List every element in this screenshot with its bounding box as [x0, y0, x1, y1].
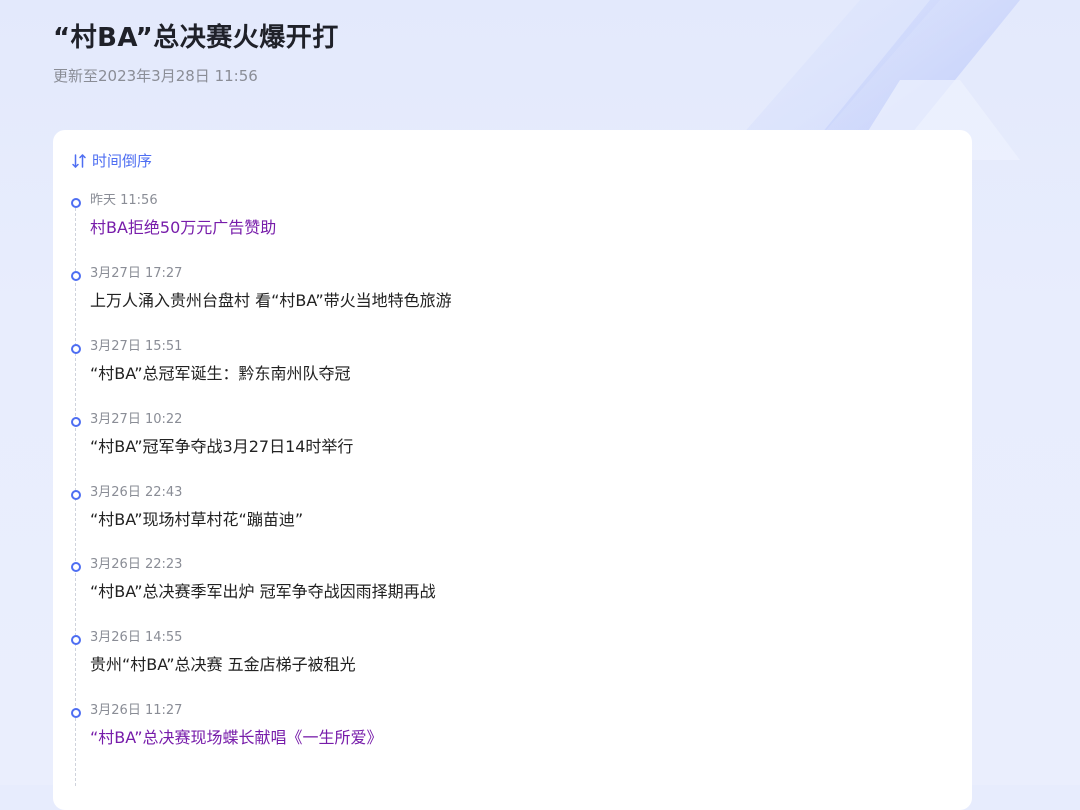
- timeline-dot: [71, 635, 81, 645]
- timeline-item-headline-link[interactable]: “村BA”总决赛季军出炉 冠军争夺战因雨择期再战: [90, 580, 436, 604]
- timeline-dot: [71, 198, 81, 208]
- timeline-item-time: 3月26日 14:55: [90, 630, 183, 645]
- timeline-item-headline-link[interactable]: “村BA”现场村草村花“蹦苗迪”: [90, 508, 303, 532]
- timeline-dot: [71, 708, 81, 718]
- timeline-item-headline-link[interactable]: 贵州“村BA”总决赛 五金店梯子被租光: [90, 653, 356, 677]
- timeline-item-headline-link[interactable]: “村BA”总冠军诞生：黔东南州队夺冠: [90, 362, 351, 386]
- page-title: “村BA”总决赛火爆开打: [53, 23, 339, 53]
- timeline-item: 昨天 11:56 村BA拒绝50万元广告赞助: [53, 192, 953, 252]
- timeline-item: 3月27日 15:51 “村BA”总冠军诞生：黔东南州队夺冠: [53, 338, 953, 398]
- timeline-card: 时间倒序 昨天 11:56 村BA拒绝50万元广告赞助 3月27日 17:27 …: [53, 130, 972, 810]
- timeline-item-time: 3月27日 10:22: [90, 412, 183, 427]
- timeline-item: 3月26日 14:55 贵州“村BA”总决赛 五金店梯子被租光: [53, 629, 953, 689]
- timeline-item-time: 3月26日 22:23: [90, 557, 183, 572]
- timeline-item-headline-link[interactable]: “村BA”冠军争夺战3月27日14时举行: [90, 435, 353, 459]
- timeline-item-time: 3月27日 15:51: [90, 339, 183, 354]
- timeline-item-time: 3月26日 11:27: [90, 703, 183, 718]
- timeline-item: 3月27日 17:27 上万人涌入贵州台盘村 看“村BA”带火当地特色旅游: [53, 265, 953, 325]
- timeline-item-time: 3月26日 22:43: [90, 485, 183, 500]
- sort-arrows-icon: [71, 153, 87, 169]
- timeline-item: 3月26日 22:23 “村BA”总决赛季军出炉 冠军争夺战因雨择期再战: [53, 556, 953, 616]
- timeline-item: 3月27日 10:22 “村BA”冠军争夺战3月27日14时举行: [53, 411, 953, 471]
- timeline-item-headline-link[interactable]: 村BA拒绝50万元广告赞助: [90, 216, 276, 240]
- timeline-dot: [71, 344, 81, 354]
- timeline-item-time: 昨天 11:56: [90, 193, 158, 208]
- page-header: “村BA”总决赛火爆开打 更新至2023年3月28日 11:56: [53, 18, 953, 88]
- update-time: 更新至2023年3月28日 11:56: [53, 67, 258, 85]
- timeline-dot: [71, 562, 81, 572]
- timeline-item-headline-link[interactable]: 上万人涌入贵州台盘村 看“村BA”带火当地特色旅游: [90, 289, 452, 313]
- timeline-item-time: 3月27日 17:27: [90, 266, 183, 281]
- timeline-dot: [71, 271, 81, 281]
- timeline-item: 3月26日 22:43 “村BA”现场村草村花“蹦苗迪”: [53, 484, 953, 544]
- timeline-dot: [71, 490, 81, 500]
- sort-order-toggle[interactable]: 时间倒序: [71, 150, 152, 172]
- timeline-item-headline-link[interactable]: “村BA”总决赛现场蝶长献唱《一生所爱》: [90, 726, 383, 750]
- timeline-item: 3月26日 11:27 “村BA”总决赛现场蝶长献唱《一生所爱》: [53, 702, 953, 762]
- sort-order-label: 时间倒序: [92, 152, 153, 170]
- timeline-dot: [71, 417, 81, 427]
